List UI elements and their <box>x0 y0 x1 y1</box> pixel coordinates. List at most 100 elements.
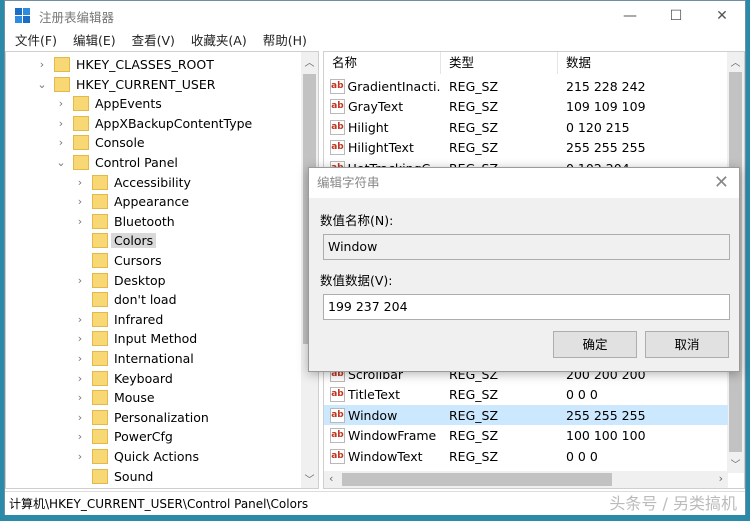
value-name: WindowText <box>348 448 423 464</box>
menu-help[interactable]: 帮助(H) <box>253 31 313 51</box>
window-title: 注册表编辑器 <box>39 9 115 25</box>
cancel-button[interactable]: 取消 <box>645 331 729 358</box>
folder-icon <box>73 488 89 489</box>
menu-file[interactable]: 文件(F) <box>5 31 63 51</box>
tree-node[interactable]: Environment <box>55 486 178 489</box>
table-row[interactable]: ab WindowFrame REG_SZ 100 100 100 <box>324 426 728 446</box>
table-row[interactable]: ab Hilight REG_SZ 0 120 215 <box>324 117 728 137</box>
tree-node[interactable]: ⌄ Control Panel <box>55 153 181 172</box>
tree-node-label: Console <box>95 135 145 151</box>
scroll-down-icon[interactable]: ﹀ <box>727 456 744 471</box>
hscroll-thumb[interactable] <box>342 473 612 486</box>
tree-node[interactable]: › PowerCfg <box>74 427 176 446</box>
value-name: GradientInacti... <box>347 78 441 94</box>
tree-node[interactable]: › Quick Actions <box>74 447 202 466</box>
value-name-field[interactable]: Window <box>323 234 730 260</box>
chevron-right-icon[interactable]: › <box>55 97 67 110</box>
scroll-left-icon[interactable]: ‹ <box>329 472 333 485</box>
value-name: TitleText <box>348 387 401 402</box>
value-data: 109 109 109 <box>566 99 646 114</box>
title-bar: 注册表编辑器 — ☐ ✕ <box>5 1 745 31</box>
tree-node-label: Sound <box>114 468 154 484</box>
scroll-up-icon[interactable]: ︿ <box>727 54 744 69</box>
tree-node[interactable]: › Input Method <box>74 329 200 348</box>
chevron-right-icon[interactable]: › <box>74 411 86 424</box>
string-value-icon: ab <box>330 78 345 94</box>
tree-node[interactable]: Sound <box>74 467 156 486</box>
tree-node[interactable]: › Infrared <box>74 310 166 329</box>
chevron-right-icon[interactable]: › <box>74 176 86 189</box>
chevron-right-icon[interactable]: › <box>74 313 86 326</box>
close-button[interactable]: ✕ <box>699 1 745 31</box>
column-header-data[interactable]: 数据 <box>558 52 728 74</box>
tree-node-label: AppEvents <box>95 96 162 112</box>
value-data-input[interactable]: 199 237 204 <box>323 294 730 320</box>
tree-node[interactable]: › Desktop <box>74 271 169 290</box>
value-name: WindowFrame <box>348 428 437 443</box>
tree-node[interactable]: › Personalization <box>74 408 212 427</box>
menu-view[interactable]: 查看(V) <box>122 31 181 51</box>
chevron-right-icon[interactable]: › <box>74 391 86 404</box>
folder-icon <box>92 253 108 268</box>
maximize-button[interactable]: ☐ <box>653 1 699 31</box>
chevron-down-icon[interactable]: ⌄ <box>36 78 48 91</box>
column-header-type[interactable]: 类型 <box>441 52 558 74</box>
folder-icon <box>92 351 108 366</box>
value-type: REG_SZ <box>449 99 499 114</box>
table-row[interactable]: ab GradientInacti... REG_SZ 215 228 242 <box>324 76 728 96</box>
tree-node[interactable]: Cursors <box>74 251 165 270</box>
scroll-down-icon[interactable]: ﹀ <box>301 471 318 486</box>
tree-node[interactable]: › Keyboard <box>74 369 176 388</box>
minimize-button[interactable]: — <box>607 1 653 31</box>
chevron-right-icon[interactable]: › <box>55 136 67 149</box>
tree-node-label: Bluetooth <box>114 213 175 229</box>
column-header-name[interactable]: 名称 <box>324 52 441 74</box>
tree-node[interactable]: › Accessibility <box>74 173 194 192</box>
folder-icon <box>92 233 108 249</box>
menu-edit[interactable]: 编辑(E) <box>63 31 122 51</box>
name-cell: ab WindowText <box>324 448 441 464</box>
tree-node-label: don't load <box>114 292 177 308</box>
tree-node[interactable]: › Appearance <box>74 192 192 211</box>
ok-button[interactable]: 确定 <box>553 331 637 358</box>
chevron-right-icon[interactable]: › <box>74 372 86 385</box>
chevron-right-icon[interactable]: › <box>74 352 86 365</box>
tree-node[interactable]: Colors <box>74 231 157 250</box>
tree-node[interactable]: ⌄ HKEY_CURRENT_USER <box>36 75 218 94</box>
chevron-right-icon[interactable]: › <box>74 430 86 443</box>
table-row[interactable]: ab WindowText REG_SZ 0 0 0 <box>324 446 728 466</box>
table-row[interactable]: ab HilightText REG_SZ 255 255 255 <box>324 138 728 158</box>
scroll-up-icon[interactable]: ︿ <box>301 54 318 69</box>
chevron-right-icon[interactable]: › <box>74 215 86 228</box>
folder-icon <box>54 76 70 92</box>
tree-node[interactable]: › Bluetooth <box>74 212 178 231</box>
tree-node[interactable]: › HKEY_CLASSES_ROOT <box>36 55 217 74</box>
table-row[interactable]: ab TitleText REG_SZ 0 0 0 <box>324 385 728 405</box>
tree-node-label: Quick Actions <box>114 449 199 464</box>
table-row[interactable]: ab GrayText REG_SZ 109 109 109 <box>324 97 728 117</box>
tree-node[interactable]: › AppXBackupContentType <box>55 114 255 133</box>
dialog-close-icon[interactable]: ✕ <box>714 172 729 193</box>
chevron-down-icon[interactable]: ⌄ <box>55 156 67 169</box>
chevron-right-icon[interactable]: › <box>74 195 86 208</box>
tree-node[interactable]: › Console <box>55 133 148 152</box>
scroll-right-icon[interactable]: › <box>719 472 723 485</box>
tree-node-label: Accessibility <box>114 174 191 190</box>
chevron-right-icon[interactable]: › <box>74 274 86 287</box>
tree-node[interactable]: › Mouse <box>74 388 158 407</box>
tree-node-label: International <box>114 351 194 366</box>
chevron-right-icon[interactable]: › <box>55 117 67 130</box>
table-row[interactable]: ab Window REG_SZ 255 255 255 <box>324 405 728 425</box>
tree-node[interactable]: › AppEvents <box>55 94 165 113</box>
status-path: 计算机\HKEY_CURRENT_USER\Control Panel\Colo… <box>9 497 309 511</box>
value-data: 0 0 0 <box>566 387 598 402</box>
value-name: HilightText <box>348 140 414 155</box>
tree-node-label: Personalization <box>114 409 209 425</box>
chevron-right-icon[interactable]: › <box>74 450 86 463</box>
chevron-right-icon[interactable]: › <box>74 332 86 345</box>
tree-node[interactable]: don't load <box>74 290 180 309</box>
list-horizontal-scrollbar[interactable]: ‹ › <box>324 471 728 488</box>
tree-node[interactable]: › International <box>74 349 197 368</box>
chevron-right-icon[interactable]: › <box>36 58 48 71</box>
menu-favorites[interactable]: 收藏夹(A) <box>181 31 253 51</box>
